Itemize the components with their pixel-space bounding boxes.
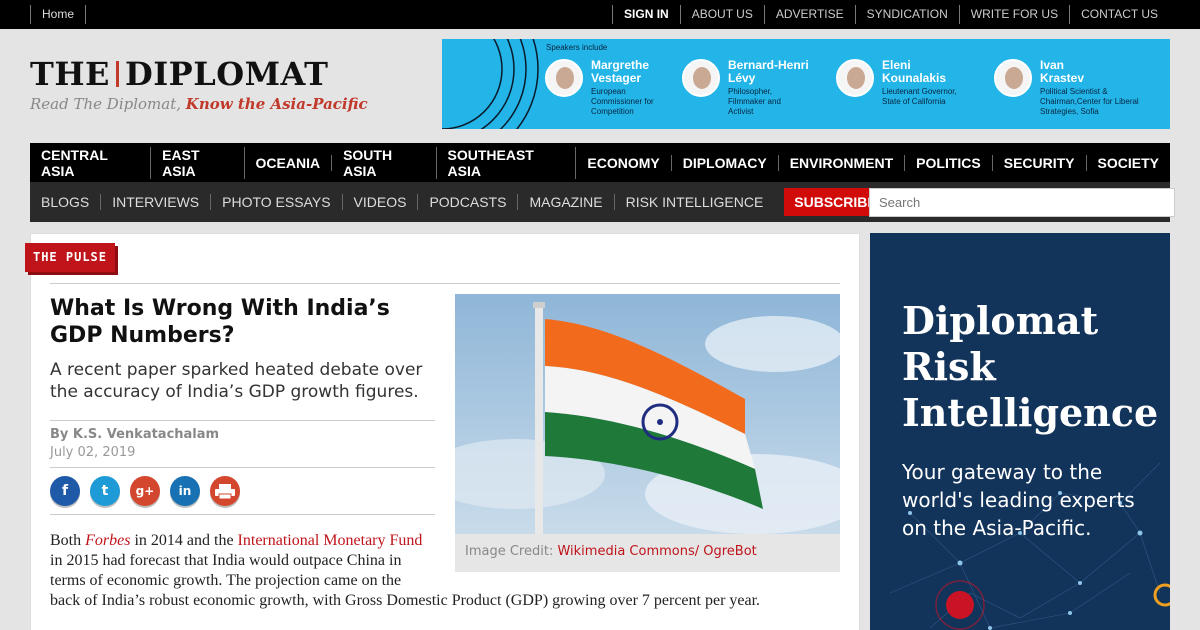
image-caption: Image Credit: Wikimedia Commons/ OgreBot (465, 544, 757, 559)
linkedin-icon[interactable]: in (170, 476, 200, 506)
nav-interviews[interactable]: INTERVIEWS (101, 194, 212, 210)
twitter-icon[interactable]: t (90, 476, 120, 506)
article-image[interactable] (455, 294, 840, 534)
nav-risk-intelligence[interactable]: RISK INTELLIGENCE (615, 194, 775, 210)
divider (50, 514, 435, 515)
contact-us-link[interactable]: CONTACT US (1069, 5, 1169, 24)
article-body-continued: back of India’s robust economic growth, … (50, 592, 761, 609)
nav-environment[interactable]: ENVIRONMENT (779, 154, 906, 171)
ad-header: Speakers include (546, 43, 608, 52)
nav-photo-essays[interactable]: PHOTO ESSAYS (211, 194, 343, 210)
article-body: Both Forbes in 2014 and the Internationa… (50, 532, 423, 589)
nav-diplomacy[interactable]: DIPLOMACY (672, 154, 779, 171)
nav-security[interactable]: SECURITY (993, 154, 1087, 171)
facebook-icon[interactable]: f (50, 476, 80, 506)
write-for-us-link[interactable]: WRITE FOR US (958, 5, 1069, 24)
nav-south-asia[interactable]: SOUTH ASIA (332, 146, 437, 179)
article-title: What Is Wrong With India’s GDP Numbers? (50, 296, 390, 348)
divider (50, 467, 435, 468)
ad-subtext: Your gateway to the world's leading expe… (902, 460, 1135, 540)
nav-magazine[interactable]: MAGAZINE (518, 194, 615, 210)
imf-link[interactable]: International Monetary Fund (238, 532, 423, 549)
article-date: July 02, 2019 (50, 445, 136, 460)
forbes-link[interactable]: Forbes (85, 532, 130, 549)
syndication-link[interactable]: SYNDICATION (854, 5, 959, 24)
nav-society[interactable]: SOCIETY (1087, 155, 1170, 171)
avatar (836, 59, 874, 97)
site-logo[interactable]: THE DIPLOMAT Read The Diplomat, Know the … (30, 54, 368, 113)
avatar (545, 59, 583, 97)
about-us-link[interactable]: ABOUT US (679, 5, 764, 24)
arcs-graphic (442, 39, 539, 129)
ad-headline: Diplomat Risk Intelligence (902, 298, 1159, 435)
advertise-link[interactable]: ADVERTISE (763, 5, 855, 24)
nav-politics[interactable]: POLITICS (905, 154, 993, 171)
nav-economy[interactable]: ECONOMY (576, 154, 672, 171)
speaker-krastev: Ivan Krastev Political Scientist & Chairm… (994, 59, 1158, 117)
article-author[interactable]: By K.S. Venkatachalam (50, 427, 219, 442)
nav-oceania[interactable]: OCEANIA (245, 154, 333, 171)
google-plus-icon[interactable]: g+ (130, 476, 160, 506)
top-links: SIGN IN ABOUT US ADVERTISE SYNDICATION W… (612, 5, 1169, 24)
top-banner-ad[interactable]: Speakers include Margrethe Vestager Europ… (442, 39, 1170, 129)
article-subtitle: A recent paper sparked heated debate ove… (50, 360, 423, 402)
logo-wordmark: THE DIPLOMAT (30, 55, 329, 93)
nav-blogs[interactable]: BLOGS (30, 194, 102, 210)
logo-tagline: Read The Diplomat, Know the Asia-Pacific (30, 95, 368, 113)
nav-southeast-asia[interactable]: SOUTHEAST ASIA (437, 146, 577, 179)
section-label[interactable]: THE PULSE (25, 243, 115, 272)
speaker-vestager: Margrethe Vestager European Commissioner … (545, 59, 661, 117)
primary-nav: CENTRAL ASIA EAST ASIA OCEANIA SOUTH ASI… (30, 143, 1170, 182)
home-link[interactable]: Home (30, 5, 87, 24)
divider (50, 283, 840, 284)
avatar (994, 59, 1032, 97)
nav-podcasts[interactable]: PODCASTS (418, 194, 519, 210)
risk-intelligence-ad[interactable]: Diplomat Risk Intelligence Your gateway to… (870, 233, 1170, 630)
printer-glyph (215, 484, 235, 500)
speaker-kounalakis: Eleni Kounalakis Lieutenant Governor, Sta… (836, 59, 974, 107)
top-bar: Home SIGN IN ABOUT US ADVERTISE SYNDICAT… (0, 0, 1200, 29)
nav-east-asia[interactable]: EAST ASIA (151, 146, 245, 179)
search-input[interactable] (869, 188, 1175, 217)
divider (50, 420, 435, 421)
nav-videos[interactable]: VIDEOS (343, 194, 419, 210)
avatar (682, 59, 720, 97)
image-credit-link[interactable]: Wikimedia Commons/ OgreBot (557, 544, 756, 559)
sign-in-link[interactable]: SIGN IN (612, 5, 680, 24)
nav-central-asia[interactable]: CENTRAL ASIA (30, 146, 152, 179)
speaker-levy: Bernard-Henri Lévy Philosopher, Filmmaker… (682, 59, 820, 117)
